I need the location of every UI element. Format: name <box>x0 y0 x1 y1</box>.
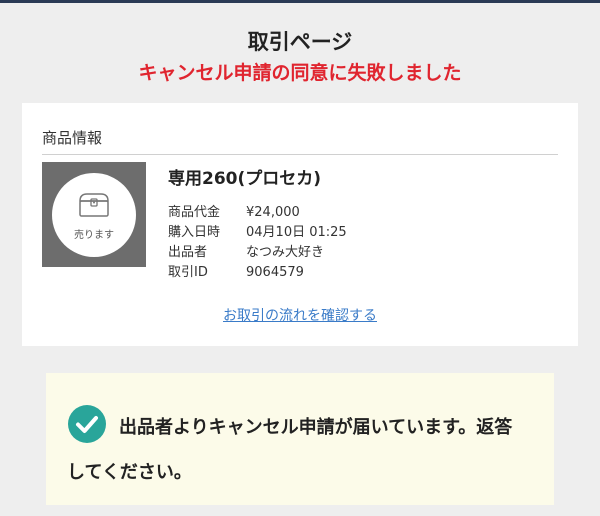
product-thumbnail[interactable]: 売ります <box>42 162 146 267</box>
detail-label: 購入日時 <box>168 225 221 240</box>
product-name: 専用260(プロセカ) <box>168 169 322 189</box>
detail-row-seller: 出品者 なつみ大好き <box>168 241 347 261</box>
detail-value: なつみ大好き <box>246 245 325 260</box>
detail-row-transaction-id: 取引ID 9064579 <box>168 261 347 281</box>
detail-value: ¥24,000 <box>246 205 300 220</box>
thumbnail-label: 売ります <box>74 230 114 241</box>
detail-row-purchase-date: 購入日時 04月10日 01:25 <box>168 221 347 241</box>
detail-label: 商品代金 <box>168 205 221 220</box>
notice-text: 出品者よりキャンセル申請が届いています。返答してください。 <box>67 417 513 483</box>
error-message: キャンセル申請の同意に失敗しました <box>138 62 462 84</box>
cancel-request-notice: 出品者よりキャンセル申請が届いています。返答してください。 <box>46 373 554 505</box>
section-title: 商品情報 <box>42 127 558 155</box>
transaction-flow-link[interactable]: お取引の流れを確認する <box>22 305 578 325</box>
detail-label: 取引ID <box>168 265 208 280</box>
detail-value: 04月10日 01:25 <box>246 225 347 240</box>
treasure-chest-icon <box>79 193 109 217</box>
product-details: 商品代金 ¥24,000 購入日時 04月10日 01:25 出品者 なつみ大好き 取… <box>168 201 347 281</box>
thumbnail-circle: 売ります <box>52 173 136 257</box>
detail-value: 9064579 <box>246 265 304 280</box>
top-bar <box>0 0 600 3</box>
product-info-card: 商品情報 売ります 専用260(プロセカ) 商品代金 ¥24,000 購入日時 04… <box>22 103 578 346</box>
page-title: 取引ページ <box>247 30 353 54</box>
detail-label: 出品者 <box>168 245 208 260</box>
detail-row-price: 商品代金 ¥24,000 <box>168 201 347 221</box>
